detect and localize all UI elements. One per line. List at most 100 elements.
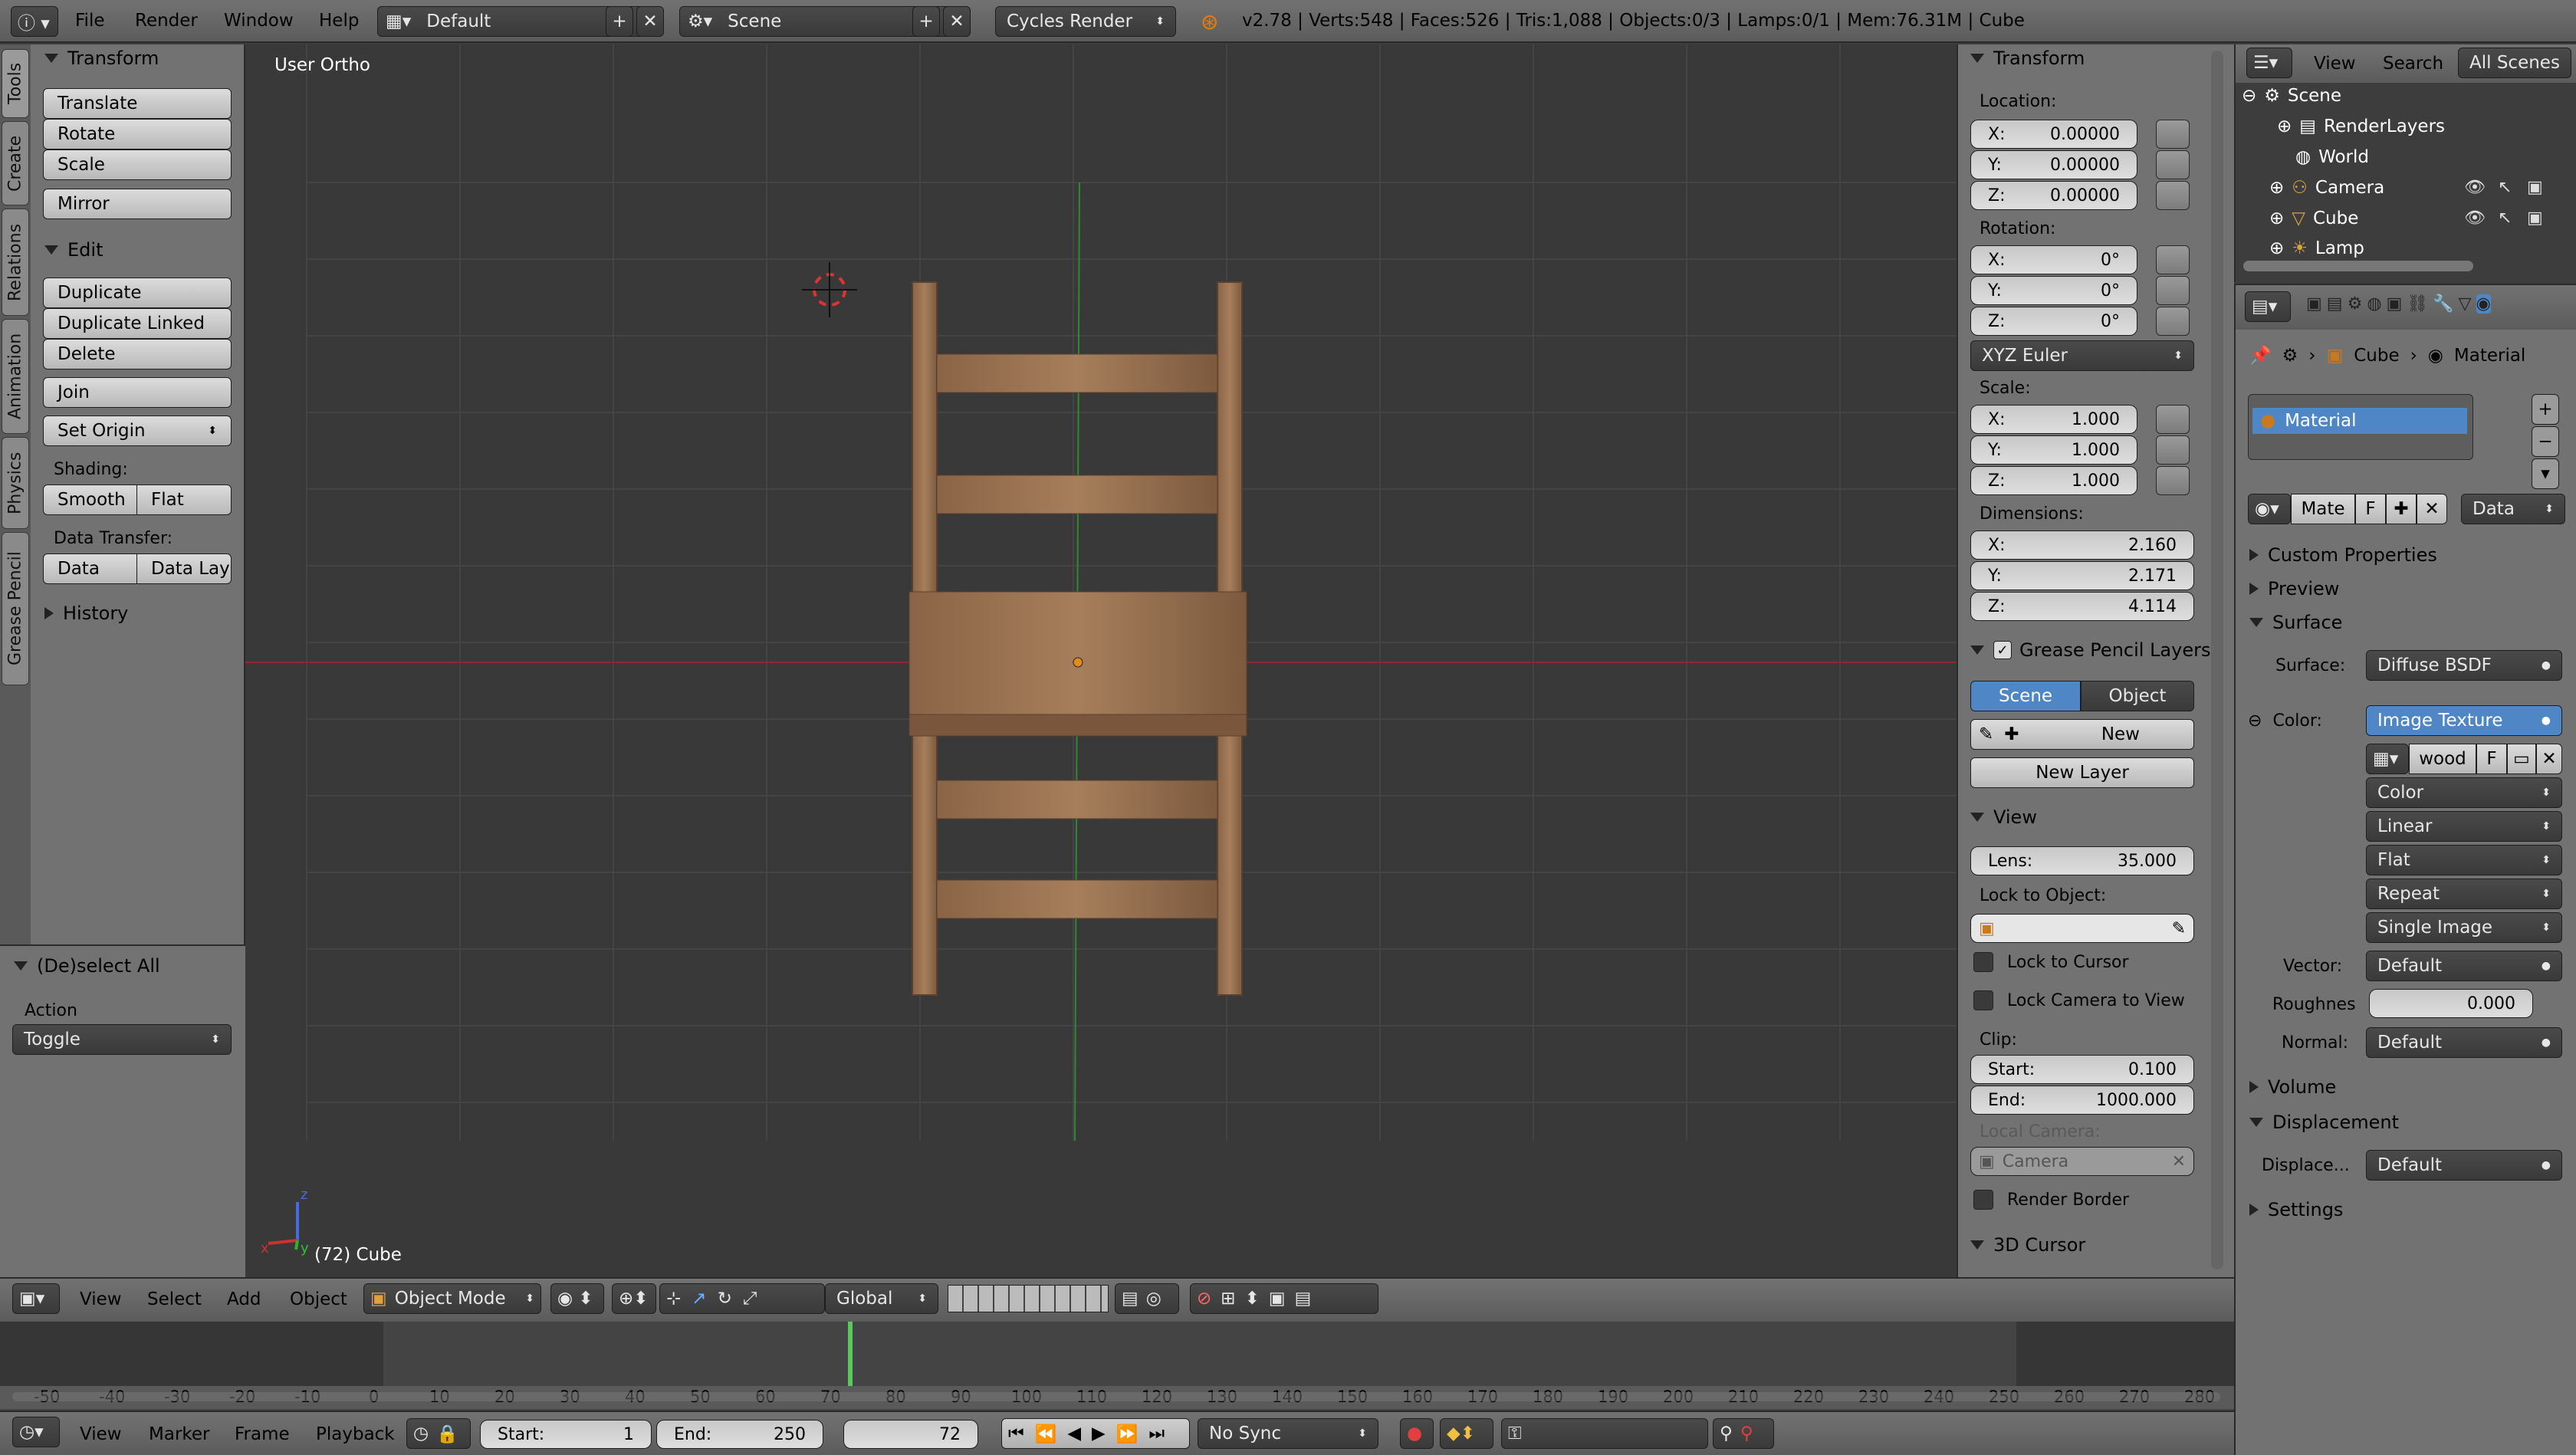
- delete-button[interactable]: Delete: [43, 339, 232, 369]
- local-camera-field[interactable]: ▣ Camera ✕: [1970, 1147, 2194, 1176]
- scale-x-field[interactable]: X: 1.000: [1970, 405, 2137, 434]
- lock-icon[interactable]: 🔒: [436, 1424, 458, 1444]
- timeline-editor-button[interactable]: ◷▾: [12, 1417, 60, 1447]
- insert-keyframe-button[interactable]: ⚲ ⚲: [1713, 1418, 1774, 1449]
- object-tab-icon[interactable]: ▣: [2387, 294, 2403, 314]
- surface-shader-dropdown[interactable]: Diffuse BSDF ●: [2366, 650, 2562, 681]
- mode-dropdown[interactable]: ▣ Object Mode ⬍: [363, 1283, 541, 1314]
- edit-panel-header[interactable]: Edit: [44, 239, 103, 261]
- key-insert-icon[interactable]: ⚲: [1720, 1424, 1733, 1444]
- expand-icon[interactable]: ⊕: [2269, 239, 2284, 258]
- pin-icon[interactable]: 📌: [2249, 345, 2272, 366]
- lock-icon[interactable]: [2156, 276, 2190, 305]
- preview-header[interactable]: Preview: [2249, 578, 2339, 599]
- transform-orientation-dropdown[interactable]: Global ⬍: [825, 1283, 938, 1314]
- select-cursor-icon[interactable]: ↖: [2498, 209, 2512, 228]
- lock-camera-checkbox[interactable]: Lock Camera to View: [1973, 990, 2185, 1010]
- volume-header[interactable]: Volume: [2249, 1076, 2336, 1098]
- snap-icon[interactable]: ⊞: [1221, 1289, 1235, 1309]
- end-frame-field[interactable]: End: 250: [656, 1420, 823, 1449]
- eyedropper-icon[interactable]: ✎: [2172, 919, 2186, 938]
- outliner-item-cube[interactable]: ⊕ ▽ Cube: [2269, 209, 2358, 228]
- opengl-render-icon[interactable]: ▣: [1269, 1289, 1286, 1309]
- location-z-field[interactable]: Z: 0.00000: [1970, 181, 2137, 210]
- image-projection-dropdown[interactable]: Flat ⬍: [2366, 845, 2562, 875]
- 3d-cursor-panel-header[interactable]: 3D Cursor: [1970, 1234, 2085, 1256]
- normal-input-dropdown[interactable]: Default ●: [2366, 1027, 2562, 1058]
- play-icon[interactable]: ▶: [1092, 1424, 1106, 1444]
- image-color-space-dropdown[interactable]: Color ⬍: [2366, 777, 2562, 808]
- timeline-menu-frame[interactable]: Frame: [235, 1424, 290, 1444]
- visibility-eye-icon[interactable]: 👁: [2464, 209, 2486, 228]
- timeline-menu-view[interactable]: View: [80, 1424, 122, 1444]
- rotation-z-field[interactable]: Z: 0°: [1970, 307, 2137, 336]
- view-panel-header[interactable]: View: [1970, 806, 2037, 828]
- viewport-3d[interactable]: User Ortho z y x (72) Cube: [245, 44, 1957, 1277]
- layout-close-button[interactable]: ✕: [636, 6, 664, 37]
- scene-layers-grid[interactable]: [948, 1285, 1109, 1312]
- scale-icon[interactable]: ⤢: [743, 1289, 757, 1309]
- data-tab-icon[interactable]: ▽: [2459, 294, 2472, 314]
- history-panel-header[interactable]: History: [44, 603, 128, 624]
- slot-add-button[interactable]: +: [2532, 394, 2559, 425]
- view3d-menu-view[interactable]: View: [80, 1289, 122, 1309]
- lock-object-field[interactable]: ▣ ✎: [1970, 914, 2194, 943]
- tab-create[interactable]: Create: [2, 121, 29, 205]
- menu-help[interactable]: Help: [319, 11, 359, 31]
- jump-end-icon[interactable]: ⏭: [1148, 1424, 1165, 1444]
- clip-end-field[interactable]: End: 1000.000: [1970, 1086, 2194, 1115]
- render-tab-icon[interactable]: ▣: [2306, 294, 2322, 314]
- key-delete-icon[interactable]: ⚲: [1740, 1424, 1753, 1444]
- tab-tools[interactable]: Tools: [2, 49, 29, 118]
- rotate-button[interactable]: Rotate: [43, 119, 232, 149]
- menu-render[interactable]: Render: [135, 11, 198, 31]
- join-button[interactable]: Join: [43, 377, 232, 408]
- outliner-item-renderlayers[interactable]: ⊕ ▤ RenderLayers: [2277, 117, 2445, 136]
- image-fake-user-button[interactable]: F: [2476, 744, 2507, 774]
- timeline-menu-playback[interactable]: Playback: [316, 1424, 395, 1444]
- image-unlink-button[interactable]: ✕: [2536, 744, 2562, 774]
- scene-tab-icon[interactable]: ⚙: [2348, 294, 2363, 314]
- lock-icon[interactable]: [2156, 466, 2190, 495]
- lock-to-cursor-checkbox[interactable]: Lock to Cursor: [1973, 952, 2129, 972]
- location-x-field[interactable]: X: 0.00000: [1970, 120, 2137, 149]
- opengl-anim-icon[interactable]: ▤: [1295, 1289, 1312, 1309]
- expand-icon[interactable]: ⊕: [2277, 117, 2292, 136]
- lock-icon[interactable]: [2156, 120, 2190, 149]
- duplicate-button[interactable]: Duplicate: [43, 278, 232, 308]
- lock-icon[interactable]: [2156, 435, 2190, 465]
- data-transfer-button[interactable]: Data: [43, 553, 138, 584]
- pivot-point-dropdown[interactable]: ⊕⬍: [612, 1283, 656, 1314]
- world-tab-icon[interactable]: ◍: [2367, 294, 2381, 314]
- timeline-menu-marker[interactable]: Marker: [149, 1424, 210, 1444]
- material-unlink-button[interactable]: ✕: [2417, 494, 2447, 524]
- image-open-button[interactable]: ▭: [2507, 744, 2536, 774]
- viewport-shading-dropdown[interactable]: ◉ ⬍: [550, 1283, 604, 1314]
- properties-editor-button[interactable]: ▤▾: [2245, 291, 2291, 322]
- material-name-field[interactable]: Mate: [2291, 494, 2355, 524]
- slot-menu-button[interactable]: ▾: [2532, 458, 2559, 489]
- keying-set-dropdown[interactable]: ◆⬍: [1440, 1418, 1493, 1449]
- render-border-checkbox[interactable]: Render Border: [1973, 1190, 2129, 1210]
- gp-scene-button[interactable]: Scene: [1970, 681, 2081, 711]
- material-link-dropdown[interactable]: Data ⬍: [2461, 494, 2565, 524]
- expand-icon[interactable]: ⊕: [2269, 209, 2284, 228]
- tab-physics[interactable]: Physics: [2, 437, 29, 529]
- set-origin-dropdown[interactable]: Set Origin ⬍: [43, 415, 232, 446]
- dimension-z-field[interactable]: Z: 4.114: [1970, 592, 2194, 621]
- lock-icon[interactable]: [2156, 245, 2190, 274]
- layers-tab-icon[interactable]: ▤: [2327, 294, 2343, 314]
- lock-icon[interactable]: [2156, 405, 2190, 434]
- outliner-editor-button[interactable]: ☰▾: [2246, 48, 2292, 78]
- menu-file[interactable]: File: [75, 11, 105, 31]
- mirror-button[interactable]: Mirror: [43, 189, 232, 219]
- sync-mode-dropdown[interactable]: No Sync ⬍: [1198, 1418, 1378, 1449]
- modifiers-tab-icon[interactable]: 🔧: [2433, 294, 2453, 314]
- outliner-item-world[interactable]: ◍ World: [2295, 147, 2369, 167]
- menu-window[interactable]: Window: [224, 11, 294, 31]
- render-engine-dropdown[interactable]: Cycles Render ⬍: [995, 6, 1176, 37]
- tab-animation[interactable]: Animation: [2, 319, 29, 434]
- dimension-x-field[interactable]: X: 2.160: [1970, 530, 2194, 560]
- timeline-scrollbar[interactable]: [12, 1392, 2220, 1401]
- image-interpolation-dropdown[interactable]: Linear ⬍: [2366, 811, 2562, 842]
